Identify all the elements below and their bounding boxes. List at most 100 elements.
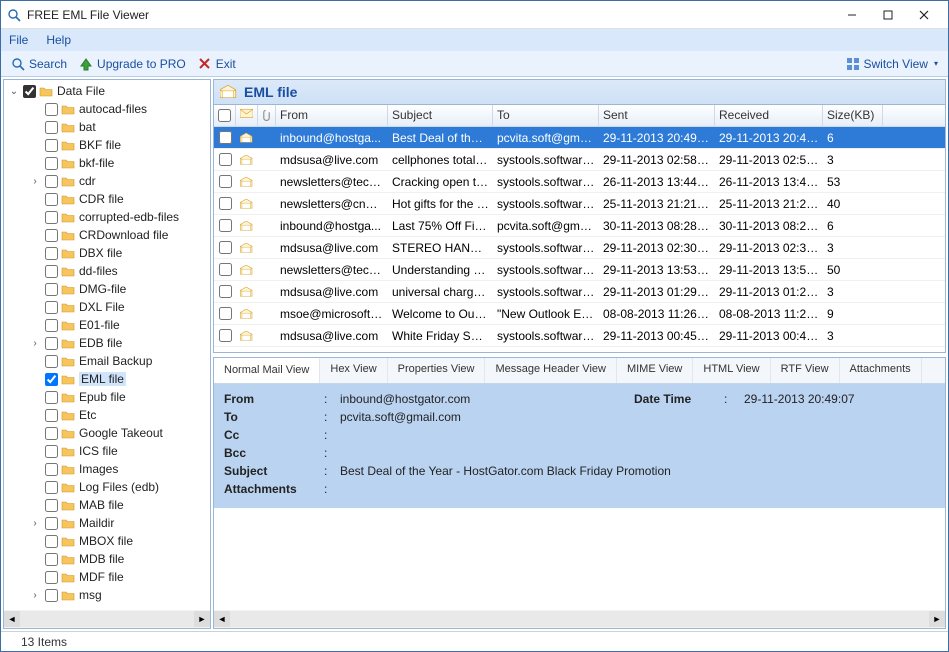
tree-item[interactable]: CDR file xyxy=(4,190,210,208)
tree-item-checkbox[interactable] xyxy=(45,373,58,386)
tree-item-checkbox[interactable] xyxy=(45,193,58,206)
tab-rtf-view[interactable]: RTF View xyxy=(771,358,840,383)
maximize-button[interactable] xyxy=(870,4,906,26)
tree-item-checkbox[interactable] xyxy=(45,283,58,296)
tree-item[interactable]: autocad-files xyxy=(4,100,210,118)
tree-horizontal-scrollbar[interactable]: ◄ ► xyxy=(4,610,210,628)
tree-item[interactable]: MAB file xyxy=(4,496,210,514)
table-row[interactable]: inbound@hostga...Last 75% Off Fire ...pc… xyxy=(214,215,945,237)
expander-icon[interactable]: › xyxy=(28,176,42,187)
tree-item[interactable]: MDB file xyxy=(4,550,210,568)
tree-root-checkbox[interactable] xyxy=(23,85,36,98)
tree-item[interactable]: bkf-file xyxy=(4,154,210,172)
tree-item[interactable]: MDF file xyxy=(4,568,210,586)
column-to[interactable]: To xyxy=(493,105,599,126)
select-all-checkbox[interactable] xyxy=(218,108,231,123)
scroll-left-button[interactable]: ◄ xyxy=(214,611,230,627)
table-row[interactable]: mdsusa@live.comuniversal charger ...syst… xyxy=(214,281,945,303)
tree-item[interactable]: Google Takeout xyxy=(4,424,210,442)
tree-item-checkbox[interactable] xyxy=(45,427,58,440)
tree-item[interactable]: ›cdr xyxy=(4,172,210,190)
tree-item[interactable]: corrupted-edb-files xyxy=(4,208,210,226)
tree-item[interactable]: ICS file xyxy=(4,442,210,460)
expander-icon[interactable]: › xyxy=(28,518,42,529)
mail-horizontal-scrollbar[interactable]: ◄ ► xyxy=(214,610,945,628)
tree-item[interactable]: Epub file xyxy=(4,388,210,406)
table-row[interactable]: mdsusa@live.comcellphones total c...syst… xyxy=(214,149,945,171)
tree-item[interactable]: Email Backup xyxy=(4,352,210,370)
tree-item[interactable]: bat xyxy=(4,118,210,136)
tree-item-checkbox[interactable] xyxy=(45,481,58,494)
tree-item[interactable]: ›Maildir xyxy=(4,514,210,532)
row-checkbox[interactable] xyxy=(219,241,232,254)
toolbar-upgrade[interactable]: Upgrade to PRO xyxy=(73,57,192,71)
tree-item-checkbox[interactable] xyxy=(45,319,58,332)
tab-properties-view[interactable]: Properties View xyxy=(388,358,486,383)
row-checkbox[interactable] xyxy=(219,285,232,298)
tab-message-header-view[interactable]: Message Header View xyxy=(485,358,616,383)
tree-item-checkbox[interactable] xyxy=(45,139,58,152)
tree-item[interactable]: E01-file xyxy=(4,316,210,334)
row-checkbox[interactable] xyxy=(219,131,232,144)
menu-file[interactable]: File xyxy=(9,33,28,47)
column-size[interactable]: Size(KB) xyxy=(823,105,883,126)
tree-root[interactable]: ⌄Data File xyxy=(4,82,210,100)
tree-item-checkbox[interactable] xyxy=(45,517,58,530)
tree-item-checkbox[interactable] xyxy=(45,103,58,116)
tree-item-checkbox[interactable] xyxy=(45,409,58,422)
row-checkbox[interactable] xyxy=(219,153,232,166)
row-checkbox[interactable] xyxy=(219,329,232,342)
folder-tree[interactable]: ⌄Data Fileautocad-filesbatBKF filebkf-fi… xyxy=(4,80,210,610)
tree-item[interactable]: EML file xyxy=(4,370,210,388)
tree-item-checkbox[interactable] xyxy=(45,157,58,170)
row-checkbox[interactable] xyxy=(219,263,232,276)
column-sent[interactable]: Sent xyxy=(599,105,715,126)
tree-item-checkbox[interactable] xyxy=(45,337,58,350)
toolbar-exit[interactable]: Exit xyxy=(192,57,242,71)
tree-item[interactable]: DXL File xyxy=(4,298,210,316)
table-row[interactable]: inbound@hostga...Best Deal of the Y...pc… xyxy=(214,127,945,149)
tree-item-checkbox[interactable] xyxy=(45,553,58,566)
table-row[interactable]: newsletters@tech...Understanding S...sys… xyxy=(214,259,945,281)
tree-item-checkbox[interactable] xyxy=(45,229,58,242)
tab-normal-mail-view[interactable]: Normal Mail View xyxy=(214,357,320,383)
tab-html-view[interactable]: HTML View xyxy=(693,358,770,383)
tab-attachments[interactable]: Attachments xyxy=(840,358,922,383)
row-checkbox[interactable] xyxy=(219,219,232,232)
tree-item-checkbox[interactable] xyxy=(45,265,58,278)
tree-item-checkbox[interactable] xyxy=(45,499,58,512)
table-row[interactable]: newsletters@cnet...Hot gifts for the j..… xyxy=(214,193,945,215)
tree-item[interactable]: DMG-file xyxy=(4,280,210,298)
tree-item[interactable]: Etc xyxy=(4,406,210,424)
expander-icon[interactable]: › xyxy=(28,590,42,601)
tree-item[interactable]: Log Files (edb) xyxy=(4,478,210,496)
menu-help[interactable]: Help xyxy=(46,33,71,47)
toolbar-search[interactable]: Search xyxy=(5,57,73,71)
table-row[interactable]: newsletters@tech...Cracking open th...sy… xyxy=(214,171,945,193)
tree-item-checkbox[interactable] xyxy=(45,391,58,404)
tab-mime-view[interactable]: MIME View xyxy=(617,358,693,383)
row-checkbox[interactable] xyxy=(219,175,232,188)
table-row[interactable]: mdsusa@live.comWhite Friday Sale ...syst… xyxy=(214,325,945,347)
tree-item-checkbox[interactable] xyxy=(45,535,58,548)
tree-item[interactable]: MBOX file xyxy=(4,532,210,550)
row-checkbox[interactable] xyxy=(219,197,232,210)
tree-item-checkbox[interactable] xyxy=(45,445,58,458)
tree-item-checkbox[interactable] xyxy=(45,463,58,476)
tree-item-checkbox[interactable] xyxy=(45,211,58,224)
tree-item[interactable]: CRDownload file xyxy=(4,226,210,244)
tree-item-checkbox[interactable] xyxy=(45,175,58,188)
column-subject[interactable]: Subject xyxy=(388,105,493,126)
row-checkbox[interactable] xyxy=(219,307,232,320)
scroll-left-button[interactable]: ◄ xyxy=(4,611,20,627)
tab-hex-view[interactable]: Hex View xyxy=(320,358,387,383)
expander-icon[interactable]: › xyxy=(28,338,42,349)
scroll-right-button[interactable]: ► xyxy=(194,611,210,627)
tree-item[interactable]: DBX file xyxy=(4,244,210,262)
table-row[interactable]: mdsusa@live.comSTEREO HANDSFR...systools… xyxy=(214,237,945,259)
tree-item-checkbox[interactable] xyxy=(45,247,58,260)
table-row[interactable]: msoe@microsoft.c...Welcome to Outl..."Ne… xyxy=(214,303,945,325)
tree-item[interactable]: dd-files xyxy=(4,262,210,280)
column-from[interactable]: From xyxy=(276,105,388,126)
column-received[interactable]: Received xyxy=(715,105,823,126)
